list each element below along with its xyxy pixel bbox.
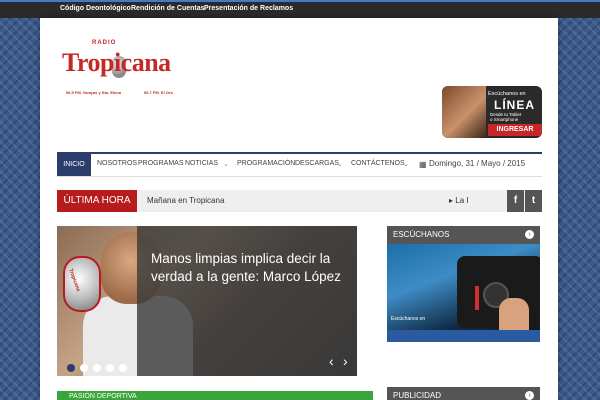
slider-dot[interactable] (93, 364, 101, 372)
chevron-down-icon[interactable]: ⌄ (337, 160, 343, 168)
twitter-icon[interactable]: t (525, 190, 542, 212)
listen-widget-header: ESCÚCHANOS › (387, 226, 540, 244)
nav-item-programacion[interactable]: PROGRAMACIÓN (237, 160, 295, 167)
banner-photo (442, 86, 486, 138)
breaking-news-item[interactable]: ▸ La I (449, 196, 469, 205)
ads-widget-title: PUBLICIDAD (393, 391, 442, 400)
slider-next-icon[interactable]: › (343, 354, 353, 368)
sport-section-header: PASIÓN DEPORTIVA (57, 391, 373, 400)
breaking-news-bar: ÚLTIMA HORA Mañana en Tropicana ▸ La I f… (57, 190, 542, 212)
nav-item-contactenos[interactable]: CONTÁCTENOS (351, 160, 405, 167)
slider-dot[interactable] (106, 364, 114, 372)
link-codigo-deontologico[interactable]: Código Deontológico (60, 5, 131, 12)
microphone-icon: Tropicana (63, 256, 101, 312)
ingresar-button[interactable]: INGRESAR (488, 124, 542, 136)
banner-line1: Escúchanos en (488, 91, 526, 97)
slider-pagination (67, 359, 132, 376)
nav-item-programas[interactable]: PROGRAMAS (138, 160, 184, 167)
ads-widget: PUBLICIDAD › (387, 387, 540, 400)
slide-caption[interactable]: Manos limpias implica decir la verdad a … (137, 226, 357, 376)
link-rendicion-de-cuentas[interactable]: Rendición de Cuentas (131, 5, 205, 12)
nav-item-descargas[interactable]: DESCARGAS (295, 160, 339, 167)
featured-slider[interactable]: Tropicana Manos limpias implica decir la… (57, 226, 357, 376)
top-bar: Código Deontológico Rendición de Cuentas… (0, 0, 600, 18)
logo-right-frequency: 96.7 FM. El Oro (144, 90, 173, 95)
facebook-icon[interactable]: f (507, 190, 524, 212)
nav-item-inicio[interactable]: INICIO (57, 154, 91, 176)
logo-radio-text: RADIO (92, 40, 117, 46)
current-date: Domingo, 31 / Mayo / 2015 (429, 159, 526, 168)
slider-prev-icon[interactable]: ‹ (329, 354, 339, 368)
main-nav: INICIO NOSOTROS PROGRAMAS NOTICIAS ⌄ PRO… (57, 152, 542, 177)
arrow-right-icon[interactable]: › (525, 230, 534, 239)
page-container: RADIO Tropicana 96.5 FM. Guayas y Sta. E… (40, 18, 558, 400)
arrow-right-icon[interactable]: › (525, 391, 534, 400)
chevron-down-icon[interactable]: ⌄ (223, 160, 229, 168)
logo-name: Tropicana (62, 48, 171, 77)
slider-dot[interactable] (80, 364, 88, 372)
banner-line2: LÍNEA (494, 98, 535, 112)
listen-widget-caption: Escúchanos en (391, 316, 426, 322)
listen-widget-title: ESCÚCHANOS (393, 230, 450, 239)
nav-item-nosotros[interactable]: NOSOTROS (97, 160, 137, 167)
calendar-icon: ▦ (419, 160, 427, 169)
breaking-news-item[interactable]: Mañana en Tropicana (147, 196, 224, 205)
banner-line3: Desde tu Tablet o Smartphone (490, 112, 522, 122)
nav-item-noticias[interactable]: NOTICIAS (185, 160, 218, 167)
car-light-shape (475, 286, 479, 310)
breaking-news-label: ÚLTIMA HORA (57, 190, 137, 212)
slide-headline[interactable]: Manos limpias implica decir la verdad a … (151, 250, 351, 286)
listen-widget: ESCÚCHANOS › Escúchanos en (387, 226, 540, 342)
listen-widget-image[interactable]: Escúchanos en (387, 244, 540, 342)
site-logo[interactable]: RADIO Tropicana 96.5 FM. Guayas y Sta. E… (62, 38, 182, 104)
chevron-down-icon[interactable]: ⌄ (403, 160, 409, 168)
listen-online-banner[interactable]: Escúchanos en LÍNEA Desde tu Tablet o Sma… (442, 86, 542, 138)
logo-left-frequency: 96.5 FM. Guayas y Sta. Elena (66, 90, 121, 95)
listen-widget-stripe (387, 330, 540, 342)
slider-dot[interactable] (119, 364, 127, 372)
slider-dot[interactable] (67, 364, 75, 372)
link-presentacion-de-reclamos[interactable]: Presentación de Reclamos (204, 5, 293, 12)
ads-widget-header: PUBLICIDAD › (387, 387, 540, 400)
